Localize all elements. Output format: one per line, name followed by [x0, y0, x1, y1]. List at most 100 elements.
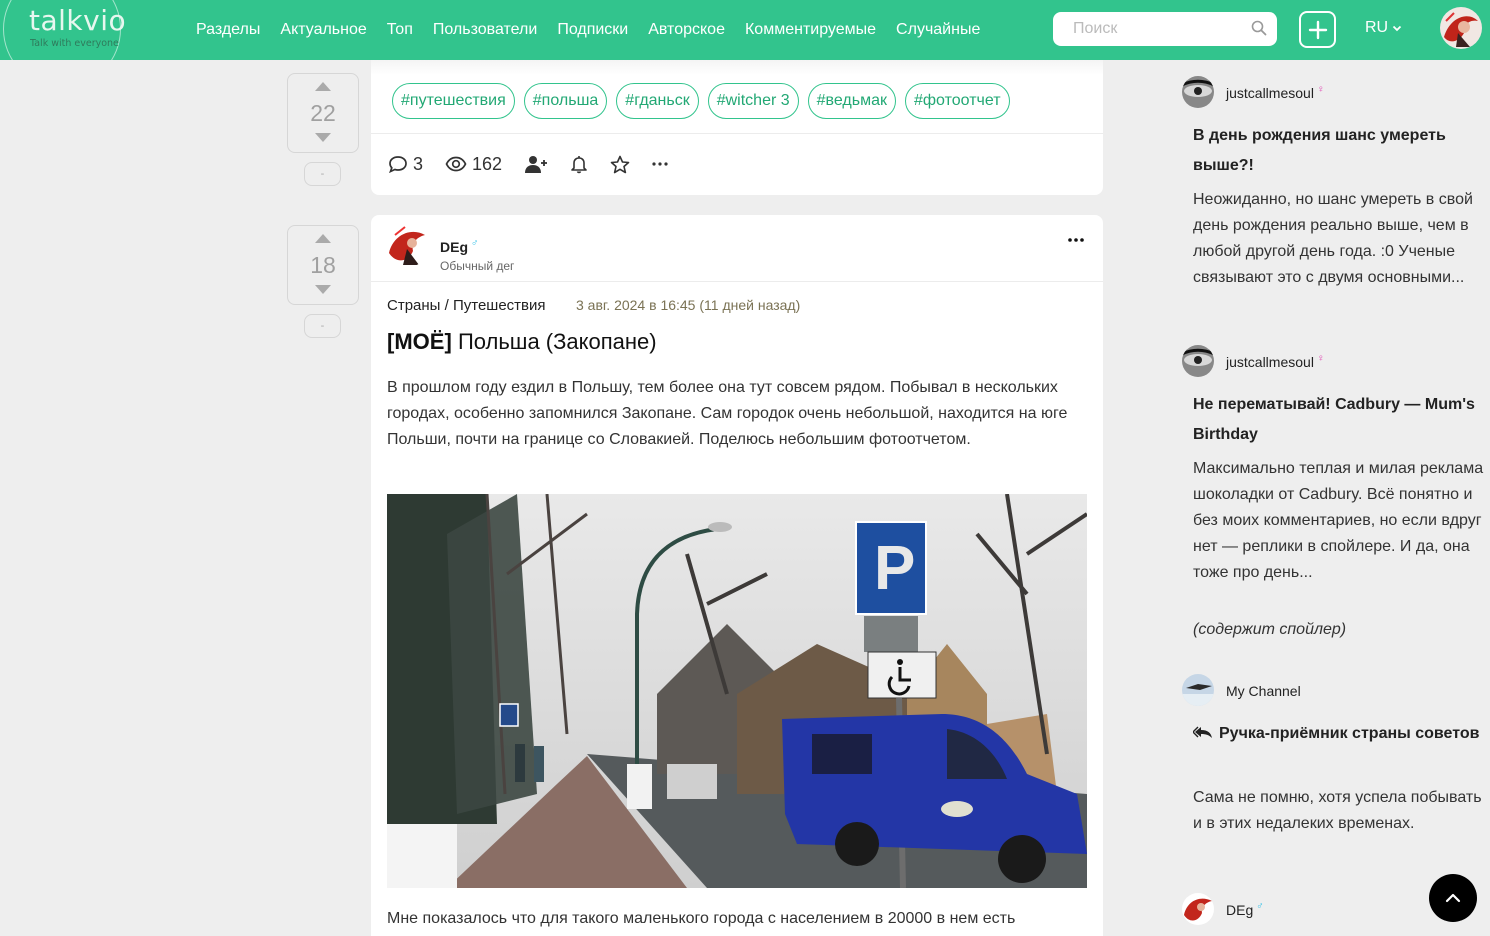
author-name-text: justcallmesoul [1226, 354, 1314, 370]
scroll-to-top-button[interactable] [1429, 874, 1477, 922]
author-avatar[interactable] [387, 225, 429, 267]
avatar-image [1182, 76, 1214, 108]
subscribe-author-button[interactable] [524, 155, 548, 173]
rating-score: 22 [310, 100, 336, 126]
nav-original[interactable]: Авторское [648, 21, 725, 39]
comments-count: 3 [413, 153, 424, 174]
post-section-link[interactable]: Страны / Путешествия [387, 297, 546, 314]
divider [371, 133, 1103, 134]
upvote-arrow-icon[interactable] [315, 82, 331, 91]
author-name[interactable]: DEg ♂ [440, 238, 479, 255]
post-more-button[interactable] [1068, 231, 1084, 242]
reply-all-icon [1192, 726, 1212, 738]
tag[interactable]: #польша [523, 83, 608, 119]
language-label: RU [1365, 19, 1389, 36]
female-gender-icon: ♀ [1316, 353, 1325, 364]
add-user-icon [525, 156, 548, 173]
vote-box: 22 [287, 73, 359, 153]
sidebar-post-text: Сама не помню, хотя успела побывать и в … [1193, 789, 1482, 832]
avatar-image [1182, 893, 1214, 925]
svg-text:P: P [874, 534, 915, 603]
nav-sections[interactable]: Разделы [196, 21, 260, 39]
comments-button[interactable]: 3 [388, 154, 423, 175]
author-name[interactable]: justcallmesoul ♀ [1226, 353, 1325, 370]
nav-top[interactable]: Топ [387, 21, 413, 39]
vote-box: 18 [287, 225, 359, 305]
logo[interactable]: talkvio Talk with everyone [0, 0, 180, 60]
ellipsis-icon [652, 162, 668, 166]
chevron-down-icon [1392, 25, 1402, 31]
ellipsis-icon [1068, 238, 1084, 242]
author-avatar[interactable] [1182, 893, 1214, 925]
search-icon[interactable] [1251, 20, 1267, 36]
post-title[interactable]: [МОЁ] Польша (Закопане) [387, 329, 657, 355]
tag[interactable]: #ведьмак [807, 83, 896, 119]
eye-icon [445, 156, 467, 172]
nav-subscriptions[interactable]: Подписки [557, 21, 628, 39]
post-body-continued: Мне показалось что для такого маленького… [387, 910, 1016, 927]
tag[interactable]: #фотоотчет [904, 83, 1010, 119]
tag[interactable]: #witcher 3 [707, 83, 799, 119]
male-gender-icon: ♂ [471, 238, 479, 249]
author-name[interactable]: justcallmesoul ♀ [1226, 84, 1325, 101]
avatar-image [1182, 674, 1214, 706]
views-count: 162 [472, 153, 503, 174]
chevron-up-icon [1445, 893, 1461, 903]
more-options-button[interactable] [652, 162, 668, 166]
author-avatar[interactable] [1182, 76, 1214, 108]
sidebar-post-text: Максимально теплая и милая реклама шокол… [1193, 460, 1484, 581]
fade-overlay [371, 60, 1103, 75]
sidebar-post-text: Неожиданно, но шанс умереть в свой день … [1193, 191, 1473, 286]
post-body: В прошлом году ездил в Польшу, тем более… [387, 379, 1068, 448]
plus-icon [1308, 20, 1327, 39]
post-card-previous: #путешествия #польша #гданьск #witcher 3… [371, 50, 1103, 195]
search-box [1053, 12, 1277, 46]
sidebar-post-title[interactable]: Не перематывай! Cadbury — Mum's Birthday [1193, 390, 1483, 450]
nav-random[interactable]: Случайные [896, 21, 980, 39]
author-name-text: DEg [440, 239, 468, 255]
main-nav: Разделы Актуальное Топ Пользователи Подп… [196, 0, 1000, 60]
author-name-text: DEg [1226, 902, 1254, 918]
notify-button[interactable] [570, 155, 588, 174]
logo-tagline: Talk with everyone [30, 38, 119, 49]
sidebar-post-title[interactable]: В день рождения шанс умереть выше?! [1193, 121, 1483, 181]
downvote-arrow-icon[interactable] [315, 133, 331, 142]
nav-users[interactable]: Пользователи [433, 21, 537, 39]
post-image[interactable]: P [387, 494, 1087, 888]
minus-button[interactable]: - [304, 314, 341, 338]
favorite-button[interactable] [610, 155, 630, 174]
star-icon [610, 155, 630, 173]
author-name[interactable]: DEg ♂ [1226, 901, 1264, 918]
author-name-text: justcallmesoul [1226, 85, 1314, 101]
author-status: Обычный дег [440, 259, 515, 273]
spoiler-note[interactable]: (содержит спойлер) [1193, 621, 1346, 639]
user-avatar[interactable] [1440, 7, 1482, 49]
sidebar-post-title[interactable]: Ручка-приёмник страны советов [1192, 719, 1483, 749]
post-card: DEg ♂ Обычный дег Страны / Путешествия 3 … [371, 215, 1103, 936]
tag-list: #путешествия #польша #гданьск #witcher 3… [392, 83, 1010, 119]
male-gender-icon: ♂ [1256, 901, 1264, 912]
comment-icon [389, 156, 407, 173]
sidebar-post-title-text: Ручка-приёмник страны советов [1219, 725, 1480, 742]
post-date: 3 авг. 2024 в 16:45 (11 дней назад) [576, 297, 801, 313]
author-name[interactable]: My Channel [1226, 683, 1301, 699]
author-avatar[interactable] [1182, 345, 1214, 377]
female-gender-icon: ♀ [1316, 84, 1325, 95]
top-navbar: talkvio Talk with everyone Разделы Актуа… [0, 0, 1490, 60]
tag[interactable]: #гданьск [616, 83, 699, 119]
post-title-text: Польша (Закопане) [457, 329, 657, 354]
rating-score: 18 [310, 252, 336, 278]
avatar-image [1182, 345, 1214, 377]
create-post-button[interactable] [1299, 11, 1336, 48]
nav-commented[interactable]: Комментируемые [745, 21, 876, 39]
language-selector[interactable]: RU [1365, 19, 1402, 37]
nav-actual[interactable]: Актуальное [280, 21, 366, 39]
author-avatar[interactable] [1182, 674, 1214, 706]
minus-button[interactable]: - [304, 162, 341, 186]
tag[interactable]: #путешествия [392, 83, 515, 119]
downvote-arrow-icon[interactable] [315, 285, 331, 294]
avatar-image [387, 225, 429, 267]
upvote-arrow-icon[interactable] [315, 234, 331, 243]
search-input[interactable] [1053, 12, 1277, 46]
logo-name: talkvio [29, 4, 127, 37]
